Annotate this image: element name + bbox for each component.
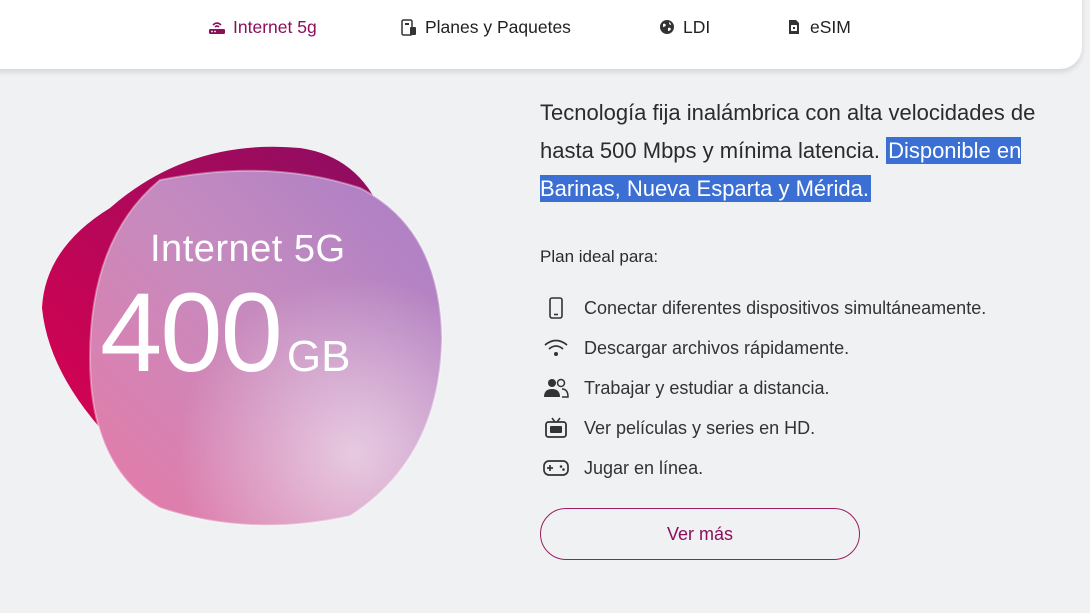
gamepad-icon: [540, 456, 572, 480]
smartphone-icon: [540, 296, 572, 320]
hero-data-amount: 400 GB: [100, 273, 350, 393]
router-icon: [208, 18, 226, 36]
globe-icon: [658, 18, 676, 36]
ver-mas-button[interactable]: Ver más: [540, 508, 860, 560]
list-item: Descargar archivos rápidamente.: [540, 328, 986, 368]
plan-description: Tecnología fija inalámbrica con alta vel…: [540, 94, 1080, 208]
users-icon: [540, 376, 572, 400]
hero-title: Internet 5G: [150, 228, 346, 270]
feature-text: Descargar archivos rápidamente.: [584, 337, 850, 358]
tab-esim-label: eSIM: [810, 16, 851, 37]
list-item: Jugar en línea.: [540, 448, 986, 488]
tab-internet-5g[interactable]: Internet 5g: [208, 14, 317, 40]
feature-list: Conectar diferentes dispositivos simultá…: [540, 288, 986, 488]
tab-ldi[interactable]: LDI: [658, 14, 710, 40]
tab-ldi-label: LDI: [683, 16, 711, 37]
list-item: Trabajar y estudiar a distancia.: [540, 368, 986, 408]
tab-internet-5g-label: Internet 5g: [233, 16, 317, 37]
feature-text: Trabajar y estudiar a distancia.: [584, 377, 830, 398]
plan-hero-graphic: Internet 5G 400 GB: [30, 128, 460, 538]
tab-esim[interactable]: eSIM: [785, 14, 851, 40]
feature-text: Jugar en línea.: [584, 457, 704, 478]
hero-amount-unit: GB: [286, 332, 351, 381]
list-item: Ver películas y series en HD.: [540, 408, 986, 448]
wifi-icon: [540, 336, 572, 360]
esim-chip-icon: [785, 18, 803, 36]
tab-planes-label: Planes y Paquetes: [425, 16, 571, 37]
tv-icon: [540, 416, 572, 440]
plan-ideal-label: Plan ideal para:: [540, 247, 659, 266]
sim-phone-icon: [400, 18, 418, 36]
tab-planes-y-paquetes[interactable]: Planes y Paquetes: [400, 14, 571, 40]
list-item: Conectar diferentes dispositivos simultá…: [540, 288, 986, 328]
hero-amount-number: 400: [100, 270, 283, 395]
feature-text: Ver películas y series en HD.: [584, 417, 816, 438]
feature-text: Conectar diferentes dispositivos simultá…: [584, 297, 987, 318]
